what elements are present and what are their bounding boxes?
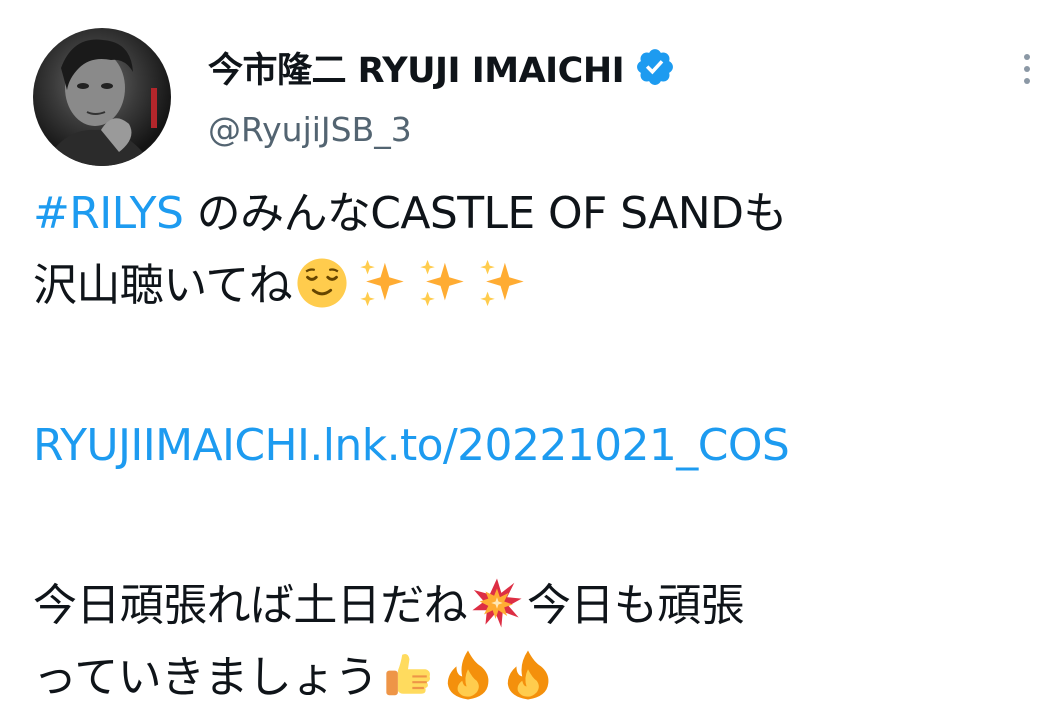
tweet-text-segment: 沢山聴いてね	[33, 260, 293, 311]
sparkles-emoji	[416, 257, 468, 309]
tweet-header: 今市隆二 RYUJI IMAICHI @RyujiJSB_3	[208, 38, 997, 149]
tweet-text-segment: 今日頑張れば土日だね	[33, 580, 468, 631]
more-vertical-icon	[1024, 54, 1030, 60]
avatar-photo	[43, 39, 157, 166]
name-row: 今市隆二 RYUJI IMAICHI	[208, 38, 997, 96]
tweet-text-segment: っていきましょう	[33, 652, 379, 703]
avatar[interactable]	[33, 28, 171, 166]
tweet-line-link: RYUJIIMAICHI.lnk.to/20221021_COS	[33, 410, 1043, 482]
thumbs-up-emoji	[382, 649, 434, 701]
verified-badge-icon	[634, 46, 676, 88]
tweet-line-4: っていきましょう	[33, 642, 1043, 714]
external-link[interactable]: RYUJIIMAICHI.lnk.to/20221021_COS	[33, 420, 790, 471]
tweet-line-1: #RILYS のみんなCASTLE OF SANDも	[33, 178, 1043, 250]
tweet-text-segment: 今日も頑張	[527, 580, 745, 631]
more-vertical-icon-dot	[1024, 78, 1030, 84]
fire-emoji	[502, 649, 554, 701]
tweet-card: 今市隆二 RYUJI IMAICHI @RyujiJSB_3 #RILYS のみ…	[0, 0, 1057, 714]
display-name[interactable]: 今市隆二 RYUJI IMAICHI	[208, 42, 625, 93]
more-vertical-icon-dot	[1024, 66, 1030, 72]
paragraph-break	[33, 322, 1043, 410]
user-handle[interactable]: @RyujiJSB_3	[208, 110, 997, 149]
relieved-face-emoji	[296, 257, 348, 309]
tweet-line-3: 今日頑張れば土日だね 今日も頑張	[33, 570, 1043, 642]
sparkles-emoji	[356, 257, 408, 309]
tweet-text: #RILYS のみんなCASTLE OF SANDも 沢山聴いてね RYUJII…	[33, 178, 1043, 714]
tweet-line-2: 沢山聴いてね	[33, 250, 1043, 322]
sparkles-emoji	[476, 257, 528, 309]
more-options-button[interactable]	[1012, 44, 1042, 94]
paragraph-break	[33, 482, 1043, 570]
hashtag-link[interactable]: #RILYS	[33, 188, 184, 239]
collision-emoji	[471, 577, 523, 629]
fire-emoji	[442, 649, 494, 701]
tweet-text-segment: のみんなCASTLE OF SANDも	[183, 188, 788, 239]
